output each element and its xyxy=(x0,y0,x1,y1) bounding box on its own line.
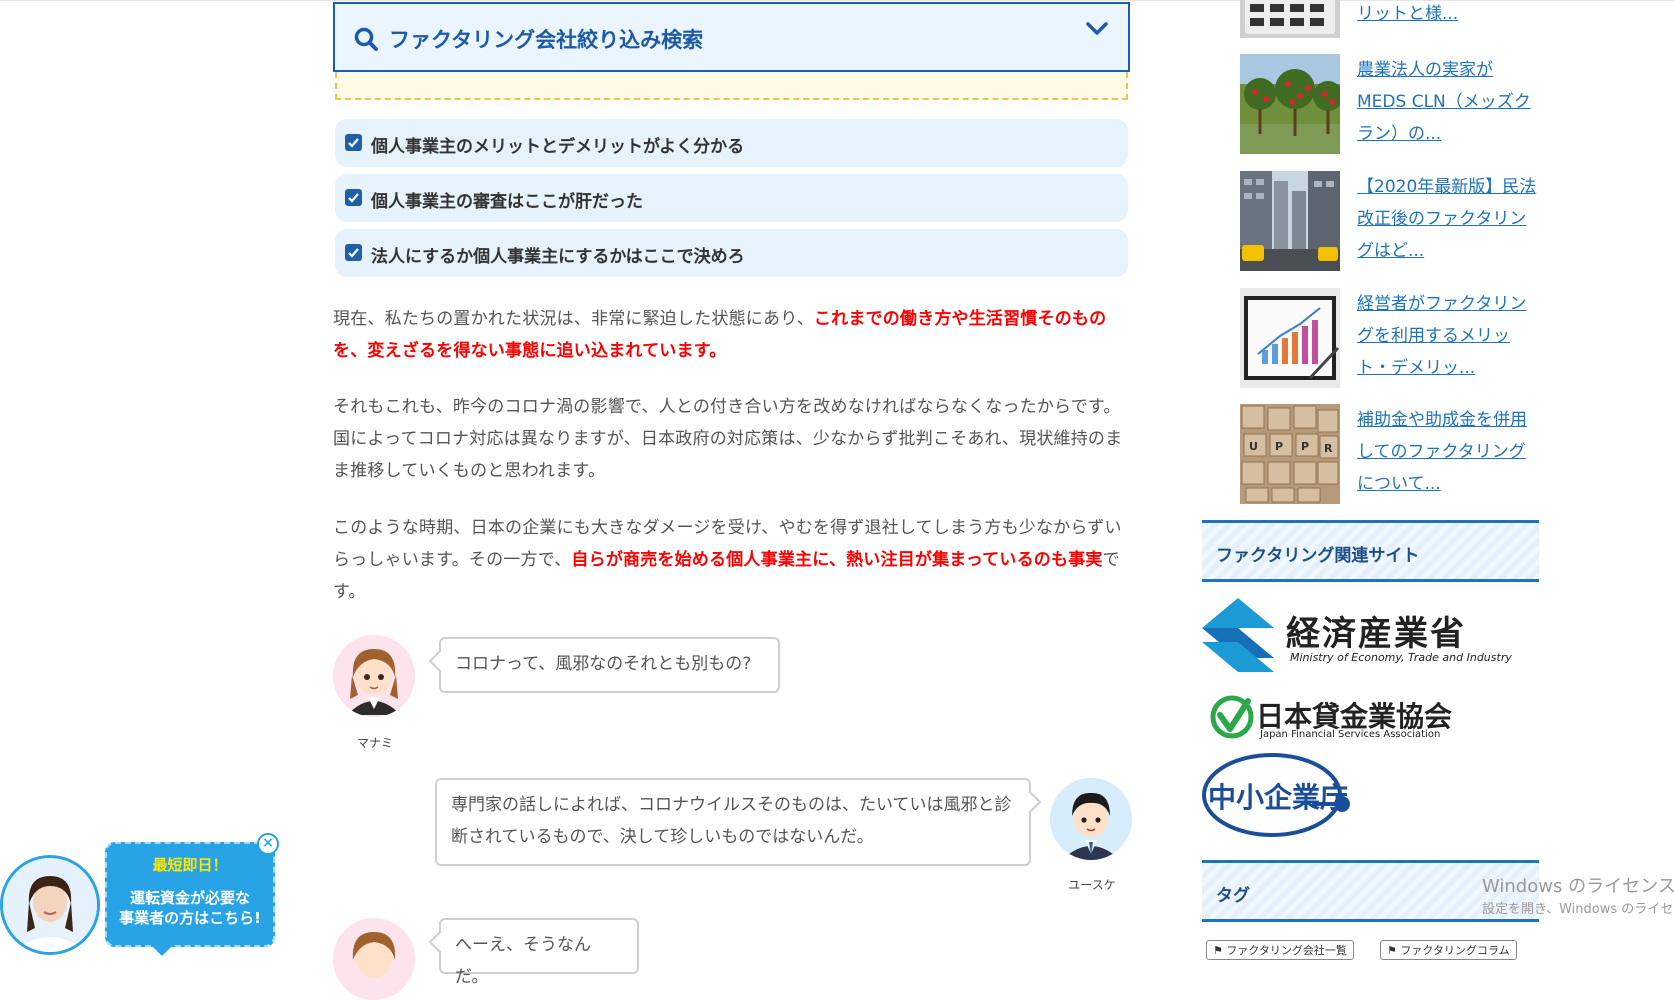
speaker-name: マナミ xyxy=(356,736,393,750)
svg-text:R: R xyxy=(1324,442,1333,455)
speaker-name: ユースケ xyxy=(1068,878,1116,892)
sidebar-post[interactable]: 【2020年最新版】民法改正後のファクタリングはど... xyxy=(1240,171,1540,275)
body-paragraph: それもこれも、昨今のコロナ渦の影響で、人との付き合い方を改めなければならなくなっ… xyxy=(333,397,1123,481)
checklist-label: 個人事業主の審査はここが肝だった xyxy=(371,192,643,212)
search-panel-edge xyxy=(335,72,1128,100)
bubble-text: へーえ、そうなんだ。 xyxy=(455,935,591,987)
tag-label: ファクタリング会社一覧 xyxy=(1226,944,1347,957)
paragraph-text: 現在、私たちの置かれた状況は、非常に緊迫した状態にあり、 xyxy=(333,309,814,329)
chevron-down-icon[interactable] xyxy=(1084,20,1110,38)
sme-agency-logo-link[interactable]: 中小企業庁 xyxy=(1202,752,1352,838)
body-paragraph: 現在、私たちの置かれた状況は、非常に緊迫した状態にあり、これまでの働き方や生活習… xyxy=(333,303,1129,367)
bubble-tail xyxy=(1018,790,1042,814)
search-title: ファクタリング会社絞り込み検索 xyxy=(389,28,704,52)
tag-chip[interactable]: ⚑ ファクタリング会社一覧 xyxy=(1206,940,1354,960)
checkbox-checked-icon xyxy=(345,189,362,206)
checklist-label: 個人事業主のメリットとデメリットがよく分かる xyxy=(371,137,745,157)
checklist-item: 個人事業主の審査はここが肝だった xyxy=(335,174,1128,222)
speech-bubble: 専門家の話しによれば、コロナウイルスそのものは、たいていは風邪と診断されているも… xyxy=(435,778,1042,866)
close-icon[interactable]: × xyxy=(257,833,279,855)
promo-body-line: 事業者の方はこちら! xyxy=(119,909,261,927)
heading-text: ファクタリング関連サイト xyxy=(1216,546,1420,566)
post-thumbnail[interactable] xyxy=(1240,288,1340,388)
speech-bubble: へーえ、そうなんだ。 xyxy=(428,918,639,987)
avatar-yusuke xyxy=(1050,778,1132,860)
svg-text:P: P xyxy=(1275,440,1283,453)
checkbox-checked-icon xyxy=(345,134,362,151)
body-paragraph: このような時期、日本の企業にも大きなダメージを受け、やむを得ず退社してしまう方も… xyxy=(333,512,1129,608)
factoring-search-toggle[interactable]: ファクタリング会社絞り込み検索 xyxy=(333,2,1130,72)
post-title-link[interactable]: 補助金や助成金を併用してのファクタリングについて... xyxy=(1357,404,1537,500)
bubble-text: 専門家の話しによれば、コロナウイルスそのものは、たいていは風邪と診断されているも… xyxy=(451,795,1012,847)
bubble-text: コロナって、風邪なのそれとも別もの? xyxy=(455,654,752,674)
sme-agency-name: 中小企業庁 xyxy=(1208,781,1349,814)
checklist-item: 個人事業主のメリットとデメリットがよく分かる xyxy=(335,119,1128,167)
promo-cta-button[interactable]: 最短即日！ 運転資金が必要な 事業者の方はこちら! xyxy=(105,842,275,947)
sidebar-post[interactable]: U P P R 補助金や助成金を併用してのファクタリングについて... xyxy=(1240,404,1540,508)
sidebar-post[interactable]: 農業法人の実家がMEDS CLN（メッズクラン）の... xyxy=(1240,54,1540,158)
tag-label: ファクタリングコラム xyxy=(1400,944,1510,957)
meti-emblem-icon xyxy=(1202,598,1274,672)
meti-name-en: Ministry of Economy, Trade and Industry xyxy=(1290,651,1512,664)
avatar-manami xyxy=(333,918,415,1000)
promo-tail xyxy=(150,944,174,956)
post-title-link[interactable]: 農業法人の実家がMEDS CLN（メッズクラン）の... xyxy=(1357,54,1537,150)
svg-text:P: P xyxy=(1301,440,1309,453)
heading-text: タグ xyxy=(1216,886,1250,906)
speech-bubble: コロナって、風邪なのそれとも別もの? xyxy=(428,637,780,693)
avatar-manami xyxy=(333,635,415,717)
post-title-link[interactable]: リットと様... xyxy=(1357,0,1537,30)
promo-avatar[interactable] xyxy=(0,855,100,955)
post-thumbnail[interactable] xyxy=(1240,54,1340,154)
promo-headline: 最短即日！ xyxy=(152,856,228,874)
post-title-link[interactable]: 経営者がファクタリングを利用するメリット・デメリッ... xyxy=(1357,288,1537,384)
jfsa-check-icon xyxy=(1210,695,1254,739)
promo-body: 運転資金が必要な 事業者の方はこちら! xyxy=(107,888,273,928)
checklist-label: 法人にするか個人事業主にするかはここで決めろ xyxy=(371,247,745,267)
bubble-tail xyxy=(428,649,452,673)
promo-body-line: 運転資金が必要な xyxy=(129,889,250,907)
search-icon xyxy=(354,27,378,51)
post-thumbnail[interactable] xyxy=(1240,171,1340,271)
tag-chip[interactable]: ⚑ ファクタリングコラム xyxy=(1380,940,1517,960)
windows-activation-hint: 設定を開き、Windows のライセン xyxy=(1482,902,1674,917)
post-title-link[interactable]: 【2020年最新版】民法改正後のファクタリングはど... xyxy=(1357,171,1537,267)
related-sites-heading: ファクタリング関連サイト xyxy=(1202,520,1539,582)
jfsa-name-en: Japan Financial Services Association xyxy=(1260,729,1441,740)
meti-logo-link[interactable]: 経済産業省 Ministry of Economy, Trade and Ind… xyxy=(1202,598,1522,680)
sidebar-post[interactable]: 経営者がファクタリングを利用するメリット・デメリッ... xyxy=(1240,288,1540,392)
tag-icon: ⚑ xyxy=(1387,944,1401,957)
meti-name: 経済産業省 xyxy=(1286,614,1466,654)
svg-text:U: U xyxy=(1249,440,1258,453)
highlight-text: 自らが商売を始める個人事業主に、熱い注目が集まっているのも事実 xyxy=(571,550,1103,570)
post-thumbnail[interactable] xyxy=(1240,0,1340,38)
post-thumbnail[interactable]: UPPR xyxy=(1240,404,1340,504)
jfsa-logo-link[interactable]: 日本貸金業協会 Japan Financial Services Associa… xyxy=(1210,693,1460,741)
tag-icon: ⚑ xyxy=(1213,944,1227,957)
windows-activation-watermark: Windows のライセンス認 xyxy=(1482,876,1674,897)
checkbox-checked-icon xyxy=(345,244,362,261)
bubble-tail xyxy=(428,930,452,954)
checklist-item: 法人にするか個人事業主にするかはここで決めろ xyxy=(335,229,1128,277)
